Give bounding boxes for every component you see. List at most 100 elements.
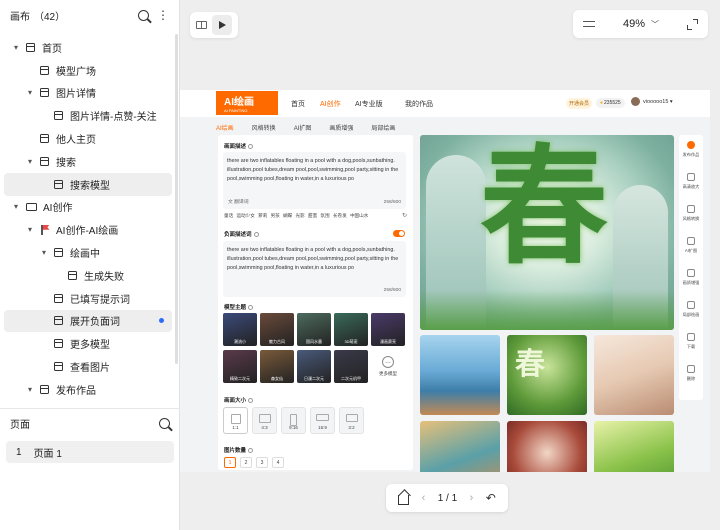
help-icon[interactable] [248, 144, 254, 150]
layer-item[interactable]: ▾ 首页 [4, 36, 172, 59]
layer-item[interactable]: ▾ 绘画中 [4, 241, 172, 264]
page-frame-icon [54, 316, 63, 326]
tool-button[interactable]: 风格转换 [679, 205, 703, 222]
home-icon[interactable] [398, 494, 410, 505]
model-card[interactable]: 国风水墨 [297, 313, 331, 346]
help-icon[interactable] [248, 305, 254, 311]
help-icon[interactable] [253, 232, 259, 238]
caret-down-icon[interactable]: ▾ [26, 157, 34, 166]
nav-ai-pro[interactable]: AI专业版 [355, 99, 383, 109]
layers-scrollbar[interactable] [175, 34, 178, 364]
layer-item[interactable]: 图片详情-点赞-关注 [4, 104, 172, 127]
nav-my-works[interactable]: 我的作品 [405, 99, 433, 109]
more-models-button[interactable]: … 更多模型 [371, 350, 405, 383]
help-icon[interactable] [248, 398, 254, 404]
tab-ai-painting[interactable]: AI绘画 [216, 123, 234, 132]
layer-item[interactable]: ▾ 发布作品 [4, 378, 172, 401]
tool-button[interactable]: 高清放大 [679, 173, 703, 190]
caret-down-icon[interactable]: ▾ [40, 248, 48, 257]
size-option[interactable]: 1:1 [223, 407, 248, 434]
prompt-tags[interactable]: 童话 运动少女 萝莉 男孩 蝴蝶 光影 甜蜜 氛围 长卷发 中国山水 [224, 213, 368, 219]
count-option[interactable]: 2 [240, 457, 252, 468]
prompt-input[interactable]: there are two inflatables floating in a … [223, 152, 406, 209]
book-icon[interactable] [196, 21, 208, 29]
layer-item[interactable]: 展开负面词 [4, 309, 172, 333]
layer-item[interactable]: ▾ 搜索 [4, 150, 172, 173]
thumb-image[interactable] [507, 421, 587, 472]
size-option[interactable]: 3:2 [339, 407, 364, 434]
help-icon[interactable] [248, 448, 254, 454]
next-page-icon[interactable]: › [470, 492, 474, 504]
site-logo[interactable]: AI绘画 AI PAINTING [216, 91, 278, 115]
model-card[interactable]: 潮流小 [223, 313, 257, 346]
layer-item[interactable]: 更多模型 [4, 332, 172, 355]
layer-item[interactable]: 已填写提示词 [4, 287, 172, 310]
search-icon[interactable] [138, 9, 149, 21]
username[interactable]: viooooo15 ▾ [643, 99, 673, 105]
refresh-icon[interactable]: ↻ [402, 212, 407, 219]
negative-toggle[interactable] [393, 230, 405, 237]
page-item[interactable]: 1 页面 1 [6, 441, 174, 463]
layer-label: 已填写提示词 [70, 294, 130, 306]
tab-enhance[interactable]: 画质增强 [329, 123, 353, 132]
tab-ai-expand[interactable]: AI扩图 [294, 123, 312, 132]
model-card[interactable]: 二次元机甲 [334, 350, 368, 383]
more-vertical-icon[interactable]: ⋮ [157, 9, 169, 21]
model-card[interactable]: 魅力古风 [260, 313, 294, 346]
layer-item[interactable]: ▾ AI创作 [4, 196, 172, 219]
prev-page-icon[interactable]: ‹ [422, 492, 426, 504]
nav-ai-create[interactable]: AI创作 [320, 99, 341, 109]
translate-button[interactable]: 文 翻译词 [228, 198, 249, 205]
layer-item[interactable]: ▾ 图片详情 [4, 82, 172, 105]
count-option[interactable]: 4 [272, 457, 284, 468]
hero-image[interactable]: 春 [420, 135, 674, 330]
model-card[interactable]: 3D萌宠 [334, 313, 368, 346]
layer-item[interactable]: 搜索模型 [4, 172, 172, 196]
undo-icon[interactable]: ↶ [486, 491, 496, 505]
zoom-select[interactable]: 49% ﹀ [623, 18, 659, 30]
image-tools: 发布作品高清放大风格转换 AI扩图画质增强局部绘画下载删除 [679, 135, 703, 400]
caret-down-icon[interactable]: ▾ [12, 202, 20, 211]
tool-button[interactable]: 下载 [679, 333, 703, 350]
vip-badge[interactable]: 开通会员 [566, 98, 593, 109]
tab-style-transfer[interactable]: 风格转换 [252, 123, 276, 132]
layer-item[interactable]: 他人主页 [4, 127, 172, 150]
layer-item[interactable]: 生成失败 [4, 264, 172, 287]
layer-item[interactable]: 模型广场 [4, 59, 172, 82]
page-frame-icon [68, 270, 77, 280]
nav-home[interactable]: 首页 [291, 99, 305, 109]
layer-item[interactable]: 查看图片 [4, 355, 172, 378]
tool-button[interactable]: 局部绘画 [679, 301, 703, 318]
tool-label: 风格转换 [682, 216, 700, 221]
pages-search-icon[interactable] [159, 417, 170, 429]
caret-down-icon[interactable]: ▾ [26, 385, 34, 394]
tool-button[interactable]: 删除 [679, 365, 703, 382]
model-card[interactable]: 森女仙 [260, 350, 294, 383]
thumb-image[interactable] [594, 335, 674, 415]
settings-sliders-icon[interactable] [583, 19, 595, 29]
model-card[interactable]: 漫画赛亮 [371, 313, 405, 346]
size-option[interactable]: 4:3 [252, 407, 277, 434]
caret-down-icon[interactable]: ▾ [26, 88, 34, 97]
count-option[interactable]: 3 [256, 457, 268, 468]
fullscreen-icon[interactable] [687, 18, 698, 30]
thumb-image[interactable] [420, 421, 500, 472]
model-card[interactable]: 日漫二次元 [297, 350, 331, 383]
caret-down-icon[interactable]: ▾ [12, 43, 20, 52]
negative-input[interactable]: there are two inflatables floating in a … [223, 241, 406, 297]
layer-item[interactable]: ▾ AI创作-AI绘画 [4, 218, 172, 241]
preview-play-button[interactable] [211, 15, 232, 35]
avatar[interactable] [631, 97, 640, 106]
caret-down-icon[interactable]: ▾ [26, 225, 34, 234]
thumb-image[interactable] [420, 335, 500, 415]
model-card[interactable]: 精致二次元 [223, 350, 257, 383]
tab-inpaint[interactable]: 局部绘画 [371, 123, 395, 132]
size-option[interactable]: 9:16 [281, 407, 306, 434]
tool-button[interactable]: 画质增强 [679, 269, 703, 286]
tool-button[interactable]: 发布作品 [679, 141, 703, 158]
thumb-image[interactable] [594, 421, 674, 472]
size-option[interactable]: 16:9 [310, 407, 335, 434]
thumb-image[interactable]: 春 [507, 335, 587, 415]
tool-button[interactable]: AI扩图 [679, 237, 703, 254]
count-option[interactable]: 1 [224, 457, 236, 468]
